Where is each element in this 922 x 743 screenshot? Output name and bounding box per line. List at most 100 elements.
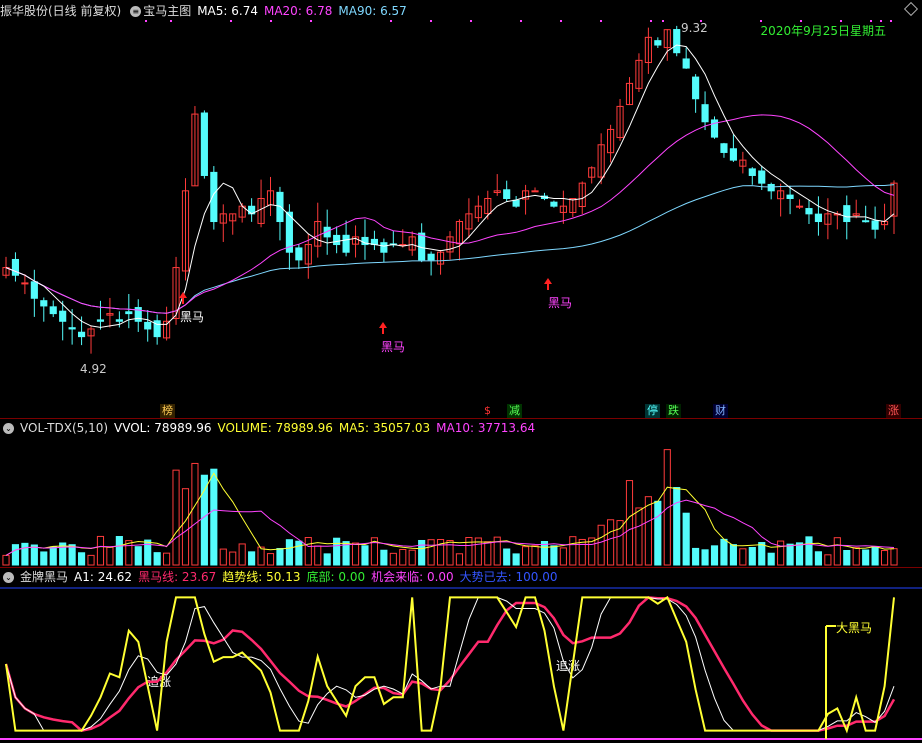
volume-bar — [40, 551, 48, 566]
volume-bar — [351, 542, 360, 566]
top-marker — [430, 20, 432, 22]
candle-body — [40, 300, 48, 307]
candle-body — [30, 281, 38, 299]
volume-bar — [578, 538, 586, 566]
candle-body — [342, 234, 350, 253]
candle-body — [654, 40, 662, 46]
volume-bar — [276, 548, 284, 566]
candle-body — [333, 234, 341, 246]
volume-bar — [720, 538, 728, 566]
top-marker — [270, 20, 272, 22]
candle-body — [276, 191, 284, 223]
volume-bar — [739, 548, 747, 566]
candle-body — [49, 306, 57, 315]
signal-arrow-icon — [544, 278, 552, 290]
volume-bar — [777, 540, 785, 566]
volume-bar — [484, 541, 492, 566]
candle-body — [843, 205, 851, 223]
heima-line — [4, 596, 896, 732]
candle-body — [862, 220, 870, 223]
volume-bar — [408, 549, 416, 566]
volume-bar — [399, 548, 407, 566]
candle-body — [125, 311, 133, 315]
volume-bar — [181, 488, 190, 566]
top-marker — [170, 20, 172, 22]
volume-bar — [333, 537, 341, 566]
volume-bar — [824, 554, 832, 566]
candle-body — [295, 247, 303, 261]
candle-body — [786, 194, 794, 200]
volume-bar — [115, 536, 123, 566]
volume-bar — [729, 544, 737, 566]
candle-body — [427, 253, 435, 261]
candle-body — [682, 58, 690, 69]
volume-bar — [654, 500, 662, 566]
volume-bar — [389, 552, 397, 566]
top-marker — [840, 20, 842, 22]
top-marker — [650, 20, 652, 22]
volume-bar — [380, 549, 388, 566]
volume-bar — [635, 507, 643, 566]
candle-body — [758, 170, 766, 184]
volume-bar — [219, 548, 227, 566]
top-marker — [230, 20, 232, 22]
volume-bar — [418, 539, 426, 566]
top-marker — [662, 20, 664, 22]
volume-bar — [153, 552, 161, 566]
volume-bar — [21, 542, 29, 566]
trend-line — [5, 595, 895, 734]
volume-bar — [323, 553, 331, 566]
candle-body — [550, 201, 558, 207]
volume-bar — [663, 449, 671, 566]
volume-bar — [87, 554, 95, 566]
candle-body — [767, 183, 775, 192]
candle-body — [210, 171, 218, 223]
top-marker — [800, 20, 802, 22]
volume-bar — [68, 544, 76, 566]
volume-bar — [248, 551, 256, 566]
candle-body — [692, 76, 700, 100]
volume-bar — [758, 542, 766, 566]
candle-body — [503, 189, 511, 199]
volume-bar — [96, 535, 105, 566]
volume-bar — [871, 546, 879, 566]
volume-bar — [559, 547, 567, 566]
top-marker — [890, 20, 892, 22]
candle-body — [78, 331, 86, 338]
chart-canvas[interactable] — [0, 0, 922, 743]
volume-bar — [540, 541, 549, 566]
volume-bar — [210, 468, 218, 566]
candle-body — [720, 143, 728, 153]
top-marker — [470, 20, 472, 22]
candle-body — [814, 213, 822, 223]
top-marker — [145, 20, 147, 22]
volume-bar — [427, 539, 435, 566]
top-marker — [600, 20, 602, 22]
volume-bar — [597, 524, 605, 566]
volume-bar — [11, 544, 20, 566]
volume-bar — [78, 552, 86, 566]
volume-bar — [682, 512, 690, 566]
signal-arrow-icon — [379, 322, 387, 334]
volume-bar — [625, 480, 634, 566]
candle-body — [380, 242, 388, 253]
volume-bar — [49, 546, 57, 566]
volume-bar — [522, 546, 530, 566]
volume-bar — [446, 539, 454, 566]
volume-bar — [361, 545, 369, 566]
volume-bar — [200, 474, 208, 566]
volume-bar — [795, 542, 804, 566]
volume-bar — [229, 551, 237, 566]
candle-body — [59, 310, 67, 322]
volume-bar — [304, 537, 312, 566]
volume-bar — [701, 549, 709, 566]
candle-body — [21, 282, 29, 285]
volume-bar — [238, 543, 246, 566]
volume-bar — [862, 549, 870, 566]
candle-body — [11, 258, 20, 276]
candle-body — [805, 208, 813, 215]
volume-bar — [531, 545, 539, 566]
volume-bar — [607, 519, 615, 566]
volume-bar — [710, 545, 719, 566]
volume-bar — [172, 469, 180, 566]
